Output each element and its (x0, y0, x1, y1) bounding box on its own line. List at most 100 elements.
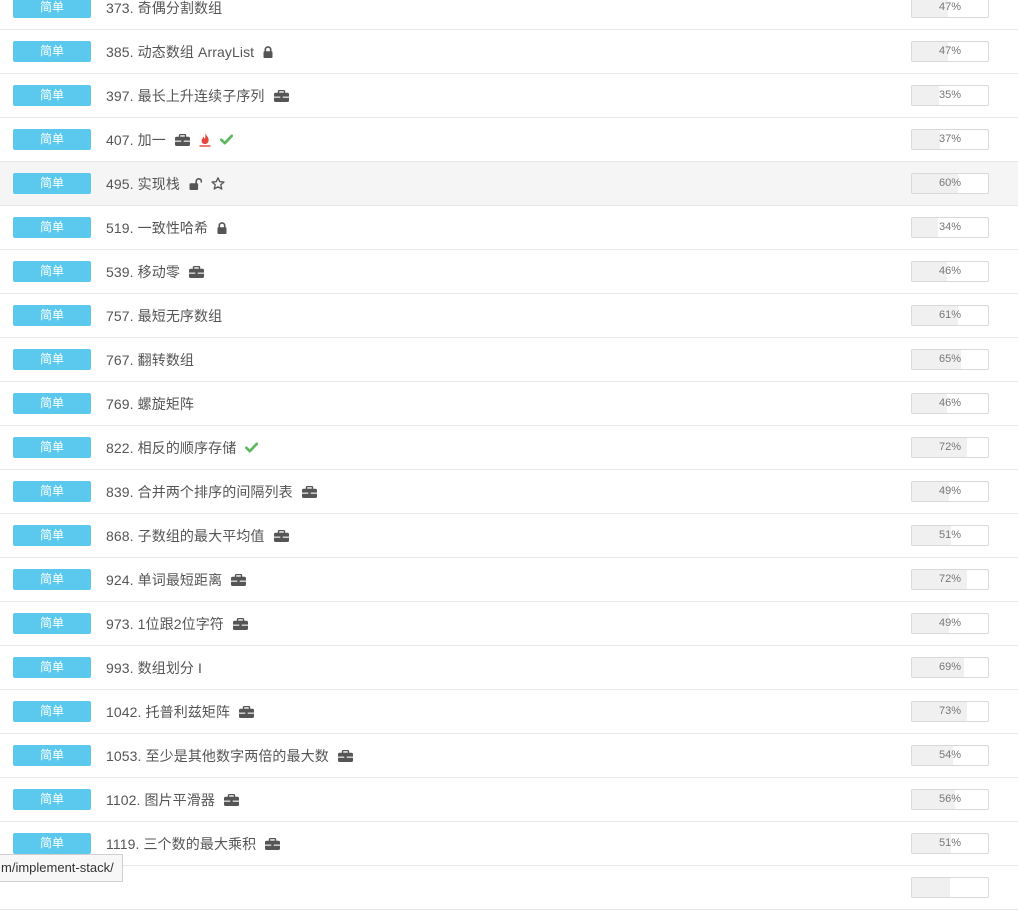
problem-row[interactable]: 简单 822. 相反的顺序存储 72% (0, 426, 1018, 470)
acceptance-rate-bar: 46% (911, 261, 989, 282)
problem-row[interactable]: 简单 397. 最长上升连续子序列 35% (0, 74, 1018, 118)
problem-title-link[interactable]: 822. 相反的顺序存储 (106, 438, 236, 458)
acceptance-rate-bar: 47% (911, 0, 989, 18)
problem-title-cell: 822. 相反的顺序存储 (106, 426, 259, 469)
difficulty-badge: 简单 (13, 217, 91, 238)
difficulty-badge: 简单 (13, 745, 91, 766)
lock-icon (263, 45, 273, 58)
acceptance-rate-label: 51% (938, 837, 962, 849)
acceptance-rate-label: 51% (938, 529, 962, 541)
problem-row[interactable]: 简单 385. 动态数组 ArrayList 47% (0, 30, 1018, 74)
problem-title-cell: 1119. 三个数的最大乘积 (106, 822, 281, 865)
problem-title-cell: 495. 实现栈 (106, 162, 225, 205)
acceptance-rate-bar: 46% (911, 393, 989, 414)
briefcase-icon (223, 793, 239, 806)
acceptance-rate-bar: 72% (911, 569, 989, 590)
acceptance-rate-label: 47% (938, 45, 962, 57)
difficulty-badge: 简单 (13, 569, 91, 590)
acceptance-rate-label: 54% (938, 749, 962, 761)
problem-title-link[interactable]: 373. 奇偶分割数组 (106, 0, 222, 18)
problem-title-link[interactable]: 993. 数组划分 I (106, 658, 202, 678)
acceptance-rate-label: 47% (938, 1, 962, 13)
difficulty-badge: 简单 (13, 173, 91, 194)
problem-row[interactable]: 简单 407. 加一 37% (0, 118, 1018, 162)
problem-title-link[interactable]: 868. 子数组的最大平均值 (106, 526, 265, 546)
problem-row[interactable]: 简单 539. 移动零 46% (0, 250, 1018, 294)
problem-title-link[interactable]: 407. 加一 (106, 130, 166, 150)
problem-title-link[interactable]: 924. 单词最短距离 (106, 570, 222, 590)
acceptance-rate-bar: 69% (911, 657, 989, 678)
acceptance-rate-bar (911, 877, 989, 898)
briefcase-icon (301, 485, 317, 498)
problem-row[interactable]: 简单 993. 数组划分 I 69% (0, 646, 1018, 690)
acceptance-rate-label: 73% (938, 705, 962, 717)
acceptance-rate-bar: 72% (911, 437, 989, 458)
problem-row[interactable]: 简单 1042. 托普利兹矩阵 73% (0, 690, 1018, 734)
problem-title-link[interactable]: 1119. 三个数的最大乘积 (106, 834, 256, 854)
acceptance-rate-label: 69% (938, 661, 962, 673)
briefcase-icon (188, 265, 204, 278)
problem-row[interactable]: 简单 1102. 图片平滑器 56% (0, 778, 1018, 822)
problem-title-link[interactable]: 757. 最短无序数组 (106, 306, 222, 326)
star-icon (211, 177, 225, 190)
acceptance-rate-bar: 56% (911, 789, 989, 810)
problem-row[interactable]: 简单 868. 子数组的最大平均值 51% (0, 514, 1018, 558)
difficulty-badge: 简单 (13, 0, 91, 18)
problem-row[interactable]: 简单 1119. 三个数的最大乘积 51% (0, 822, 1018, 866)
problem-title-link[interactable]: 769. 螺旋矩阵 (106, 394, 194, 414)
problem-row[interactable]: 简单 519. 一致性哈希 34% (0, 206, 1018, 250)
problem-title-link[interactable]: 519. 一致性哈希 (106, 218, 208, 238)
problem-title-link[interactable]: 1042. 托普利兹矩阵 (106, 702, 230, 722)
problem-title-cell: 757. 最短无序数组 (106, 294, 222, 337)
problem-row[interactable]: 简单 495. 实现栈 60% (0, 162, 1018, 206)
problem-title-link[interactable]: 1102. 图片平滑器 (106, 790, 215, 810)
problem-row[interactable]: 简单 769. 螺旋矩阵 46% (0, 382, 1018, 426)
acceptance-rate-label: 35% (938, 89, 962, 101)
difficulty-badge: 简单 (13, 305, 91, 326)
difficulty-badge: 简单 (13, 789, 91, 810)
problem-title-cell: 519. 一致性哈希 (106, 206, 227, 249)
briefcase-icon (265, 837, 281, 850)
problem-row[interactable]: 简单 973. 1位跟2位字符 49% (0, 602, 1018, 646)
problem-row[interactable]: 简单 1053. 至少是其他数字两倍的最大数 54% (0, 734, 1018, 778)
acceptance-rate-label: 46% (938, 397, 962, 409)
problem-title-link[interactable]: 839. 合并两个排序的间隔列表 (106, 482, 293, 502)
acceptance-rate-bar: 35% (911, 85, 989, 106)
problem-title-link[interactable]: 539. 移动零 (106, 262, 180, 282)
problem-title-cell: 1053. 至少是其他数字两倍的最大数 (106, 734, 353, 777)
acceptance-rate-label: 46% (938, 265, 962, 277)
unlock-icon (189, 177, 202, 190)
acceptance-rate-bar: 54% (911, 745, 989, 766)
problem-row[interactable]: 简单 373. 奇偶分割数组 47% (0, 0, 1018, 30)
problem-title-cell: 397. 最长上升连续子序列 (106, 74, 289, 117)
problem-row[interactable]: 简单 767. 翻转数组 65% (0, 338, 1018, 382)
problem-row[interactable]: 简单 757. 最短无序数组 61% (0, 294, 1018, 338)
check-icon (219, 134, 233, 145)
acceptance-rate-label: 61% (938, 309, 962, 321)
acceptance-rate-label: 72% (938, 573, 962, 585)
acceptance-rate-bar: 47% (911, 41, 989, 62)
briefcase-icon (232, 617, 248, 630)
flame-icon (199, 132, 211, 147)
lock-icon (217, 221, 227, 234)
acceptance-rate-label: 34% (938, 221, 962, 233)
briefcase-icon (337, 749, 353, 762)
problem-title-cell: 539. 移动零 (106, 250, 204, 293)
acceptance-rate-label: 72% (938, 441, 962, 453)
problem-title-link[interactable]: 385. 动态数组 ArrayList (106, 42, 254, 62)
problem-title-link[interactable]: 397. 最长上升连续子序列 (106, 86, 265, 106)
difficulty-badge: 简单 (13, 437, 91, 458)
problem-title-link[interactable]: 973. 1位跟2位字符 (106, 614, 224, 634)
difficulty-badge: 简单 (13, 833, 91, 854)
problem-title-cell: 839. 合并两个排序的间隔列表 (106, 470, 317, 513)
briefcase-icon (174, 133, 190, 146)
problem-title-link[interactable]: 1053. 至少是其他数字两倍的最大数 (106, 746, 329, 766)
problem-title-link[interactable]: 767. 翻转数组 (106, 350, 194, 370)
problem-title-link[interactable]: 495. 实现栈 (106, 174, 180, 194)
acceptance-rate-bar: 73% (911, 701, 989, 722)
problem-row[interactable] (0, 866, 1018, 910)
problem-row[interactable]: 简单 839. 合并两个排序的间隔列表 49% (0, 470, 1018, 514)
problem-row[interactable]: 简单 924. 单词最短距离 72% (0, 558, 1018, 602)
acceptance-rate-bar: 49% (911, 481, 989, 502)
difficulty-badge: 简单 (13, 85, 91, 106)
